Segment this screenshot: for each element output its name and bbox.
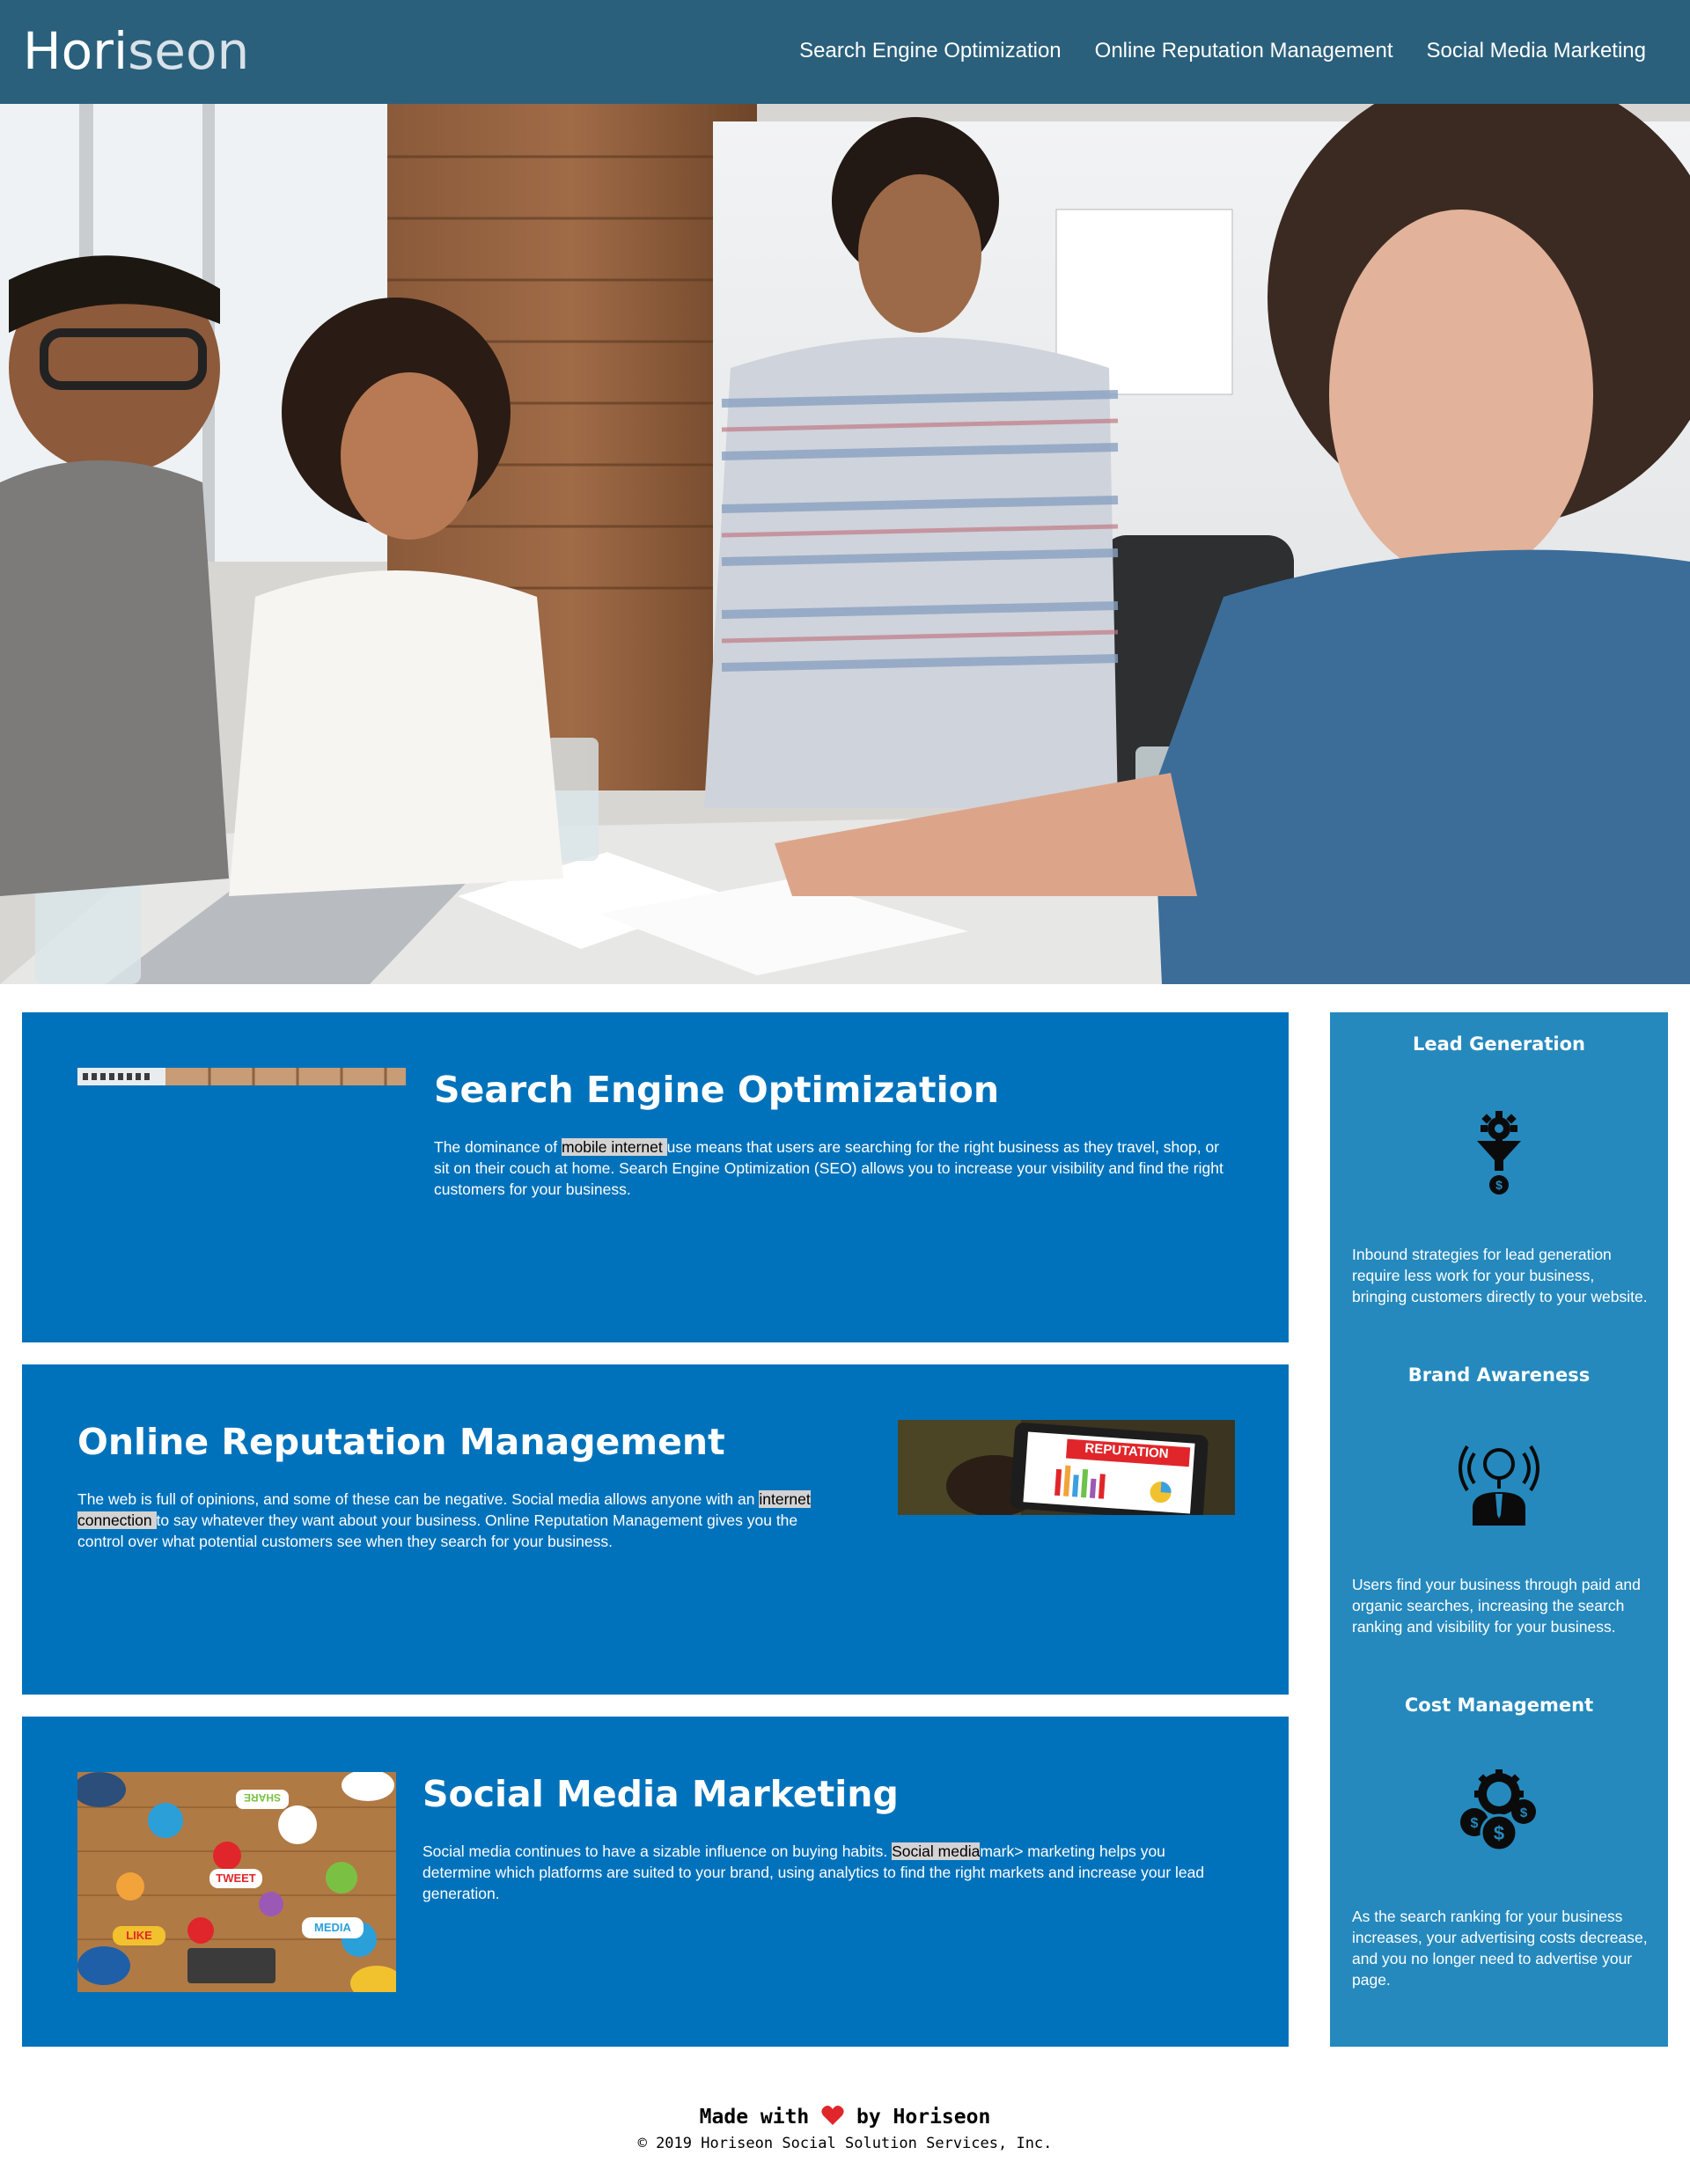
nav-link-seo[interactable]: Search Engine Optimization xyxy=(799,35,1062,67)
seo-title: Search Engine Optimization xyxy=(434,1069,1000,1111)
heart-icon xyxy=(821,2105,844,2133)
section-social: SHARE TWEET LIKE MEDIA Social Media Mark… xyxy=(22,1717,1289,2047)
lightbulb-person-icon xyxy=(1330,1438,1668,1529)
social-image-word-media: MEDIA xyxy=(314,1921,351,1934)
cost-management-title: Cost Management xyxy=(1404,1695,1594,1716)
logo[interactable]: Horiseon xyxy=(23,19,249,83)
social-image-word-like: LIKE xyxy=(126,1929,152,1942)
svg-text:$: $ xyxy=(1495,1178,1503,1192)
social-text-start: Social media continues to have a sizable… xyxy=(422,1842,893,1860)
reputation-title: Online Reputation Management xyxy=(77,1421,725,1463)
footer-made-with: Made with by Horiseon xyxy=(0,2104,1690,2133)
site-header: Horiseon Search Engine Optimization Onli… xyxy=(0,0,1690,104)
coins-gear-icon: $ $ $ xyxy=(1330,1769,1668,1857)
brand-awareness-text: Users find your business through paid an… xyxy=(1352,1576,1641,1636)
reputation-text-end: to say whatever they want about your bus… xyxy=(77,1511,798,1550)
logo-accent: seon xyxy=(128,21,250,81)
section-reputation: Online Reputation Management The web is … xyxy=(22,1364,1289,1695)
social-title: Social Media Marketing xyxy=(422,1773,899,1815)
cost-management-text: As the search ranking for your business … xyxy=(1352,1908,1648,1989)
brand-awareness-title: Brand Awareness xyxy=(1407,1364,1591,1386)
social-image-word-share: SHARE xyxy=(244,1791,282,1804)
social-image-word-tweet: TWEET xyxy=(216,1871,256,1885)
reputation-text: The web is full of opinions, and some of… xyxy=(77,1489,843,1552)
reputation-image: REPUTATION xyxy=(898,1420,1235,1515)
social-text: Social media continues to have a sizable… xyxy=(422,1841,1215,1904)
footer-copyright: © 2019 Horiseon Social Solution Services… xyxy=(637,2135,1053,2152)
seo-highlight: mobile internet xyxy=(561,1138,667,1156)
lead-generation-title: Lead Generation xyxy=(1413,1033,1585,1055)
funnel-gear-icon: $ xyxy=(1330,1109,1668,1201)
hero-image xyxy=(0,104,1690,984)
lead-generation-text: Inbound strategies for lead generation r… xyxy=(1352,1246,1648,1305)
seo-text: The dominance of mobile internet use mea… xyxy=(434,1136,1235,1200)
nav-link-social[interactable]: Social Media Marketing xyxy=(1427,35,1646,67)
logo-main: Hori xyxy=(23,21,129,81)
footer-by-text: by Horiseon xyxy=(856,2106,991,2129)
svg-text:$: $ xyxy=(1494,1822,1504,1844)
benefits-sidebar: Lead Generation $ Inbound strategies for… xyxy=(1330,1012,1668,2047)
svg-text:$: $ xyxy=(1471,1816,1479,1831)
footer-made-with-text: Made with xyxy=(699,2106,810,2129)
seo-text-start: The dominance of xyxy=(434,1138,562,1156)
seo-image xyxy=(77,1068,406,1085)
main-nav: Search Engine Optimization Online Reputa… xyxy=(799,35,1646,67)
site-footer: Made with by Horiseon © 2019 Horiseon So… xyxy=(0,2104,1690,2154)
social-image: SHARE TWEET LIKE MEDIA xyxy=(77,1772,396,1992)
reputation-text-start: The web is full of opinions, and some of… xyxy=(77,1490,760,1508)
svg-text:$: $ xyxy=(1520,1805,1528,1820)
nav-link-reputation[interactable]: Online Reputation Management xyxy=(1095,35,1393,67)
social-highlight: Social media xyxy=(892,1842,981,1860)
section-seo: Search Engine Optimization The dominance… xyxy=(22,1012,1289,1342)
